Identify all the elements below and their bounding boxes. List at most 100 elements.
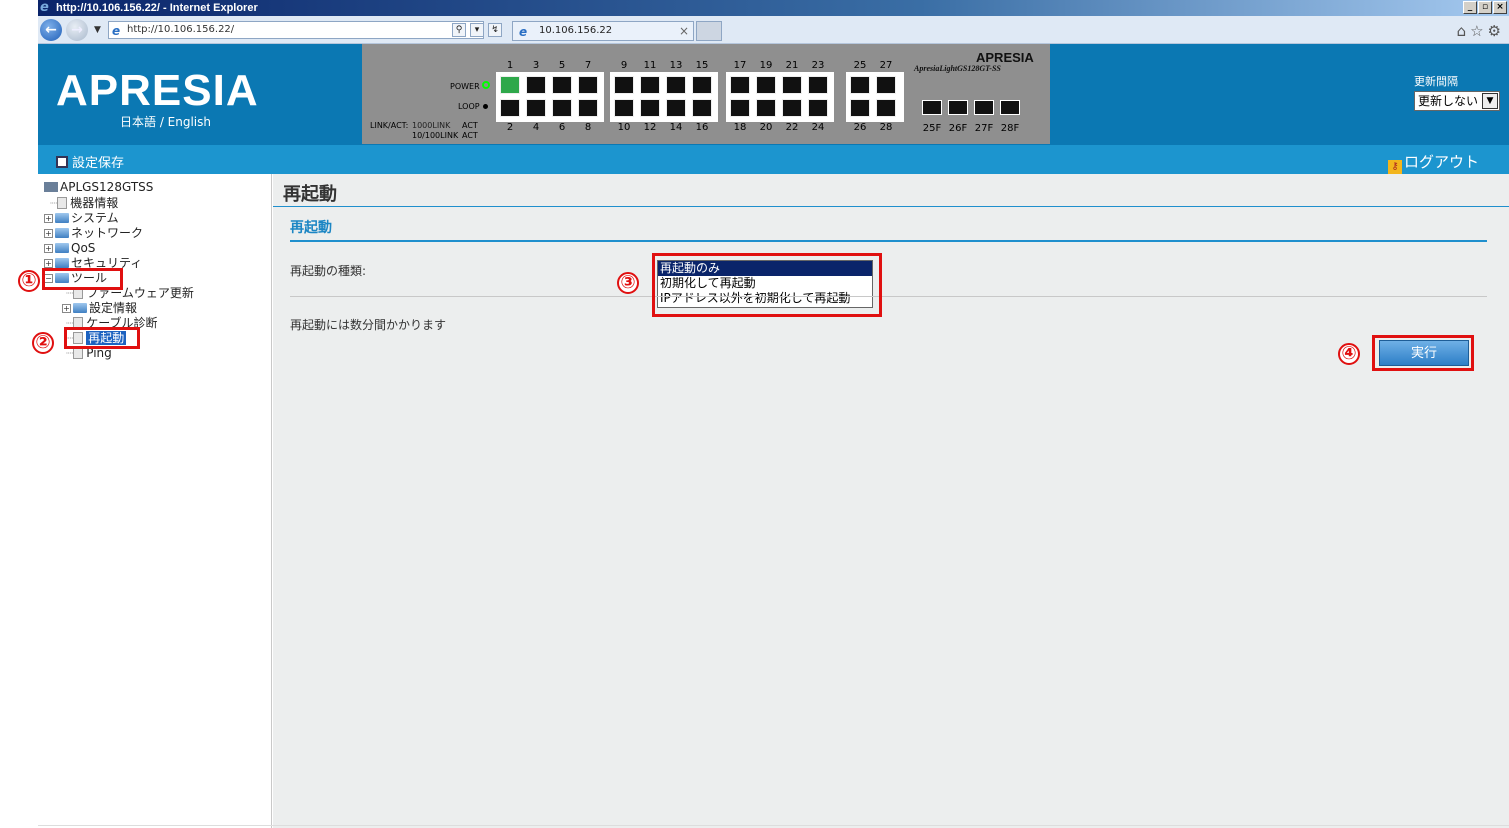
row-divider <box>290 296 1487 297</box>
sfp-label-26F: 26F <box>948 123 968 134</box>
home-icon[interactable]: ⌂ <box>1457 22 1471 40</box>
port-12[interactable] <box>640 99 660 117</box>
port-26[interactable] <box>850 99 870 117</box>
port-4[interactable] <box>526 99 546 117</box>
port-label-23: 23 <box>811 60 825 71</box>
switch-front-panel: POWER LOOP LINK/ACT: 1000LINK ACT 10/100… <box>362 44 1050 144</box>
folder-icon <box>55 228 69 238</box>
port-18[interactable] <box>730 99 750 117</box>
tree-item-label: ネットワーク <box>71 226 144 240</box>
port-label-17: 17 <box>733 60 747 71</box>
tree-item-qos[interactable]: + QoS <box>44 241 95 255</box>
browser-tab[interactable]: e 10.106.156.22 × <box>512 21 694 41</box>
save-config-button[interactable]: 設定保存 <box>56 152 124 171</box>
port-14[interactable] <box>666 99 686 117</box>
toolbar-icons: ⌂☆⚙ <box>1457 22 1505 40</box>
restore-icon[interactable]: ▫ <box>1478 1 1492 14</box>
tree-root[interactable]: APLGS128GTSS <box>44 180 153 194</box>
favorites-star-icon[interactable]: ☆ <box>1470 22 1487 40</box>
port-8[interactable] <box>578 99 598 117</box>
address-dropdown-icon[interactable]: ▾ <box>470 23 484 37</box>
refresh-interval-value: 更新しない <box>1418 94 1479 108</box>
tree-item-network[interactable]: + ネットワーク <box>44 226 143 240</box>
port-label-7: 7 <box>584 60 592 71</box>
tree-item-label: 設定情報 <box>89 301 138 315</box>
compat-view-icon[interactable]: ↯ <box>488 23 502 37</box>
port-15[interactable] <box>692 76 712 94</box>
port-label-22: 22 <box>785 122 799 133</box>
port-3[interactable] <box>526 76 546 94</box>
refresh-interval-select[interactable]: 更新しない ▼ <box>1414 91 1500 111</box>
port-9[interactable] <box>614 76 634 94</box>
expand-icon[interactable]: + <box>44 259 53 268</box>
port-22[interactable] <box>782 99 802 117</box>
reboot-type-label: 再起動の種類: <box>290 264 367 278</box>
sfp-port-26F[interactable] <box>948 100 968 115</box>
annotation-box-1 <box>42 268 123 290</box>
port-1[interactable] <box>500 76 520 94</box>
port-10[interactable] <box>614 99 634 117</box>
port-6[interactable] <box>552 99 572 117</box>
new-tab-button[interactable] <box>696 21 722 41</box>
port-19[interactable] <box>756 76 776 94</box>
expand-icon[interactable]: + <box>44 244 53 253</box>
port-label-11: 11 <box>643 60 657 71</box>
annotation-box-2 <box>64 327 140 349</box>
computer-icon <box>44 182 58 192</box>
port-28[interactable] <box>876 99 896 117</box>
sfp-port-28F[interactable] <box>1000 100 1020 115</box>
tree-root-label: APLGS128GTSS <box>60 180 154 194</box>
expand-icon[interactable]: + <box>44 229 53 238</box>
port-23[interactable] <box>808 76 828 94</box>
folder-icon <box>73 303 87 313</box>
minimize-icon[interactable]: _ <box>1463 1 1477 14</box>
expand-icon[interactable]: + <box>62 304 71 313</box>
search-icon[interactable]: ⚲ <box>452 23 466 37</box>
save-config-label: 設定保存 <box>72 156 125 171</box>
port-label-15: 15 <box>695 60 709 71</box>
sfp-label-25F: 25F <box>922 123 942 134</box>
sfp-port-25F[interactable] <box>922 100 942 115</box>
forward-button[interactable]: → <box>66 19 88 41</box>
port-2[interactable] <box>500 99 520 117</box>
address-bar[interactable]: e http://10.106.156.22/ <box>108 21 484 39</box>
gear-icon[interactable]: ⚙ <box>1488 22 1505 40</box>
tree-item-config-info[interactable]: + 設定情報 <box>62 301 137 315</box>
port-27[interactable] <box>876 76 896 94</box>
tree-item-device-info[interactable]: ┈ 機器情報 <box>50 196 118 210</box>
ie-icon: e <box>40 0 49 15</box>
port-5[interactable] <box>552 76 572 94</box>
port-24[interactable] <box>808 99 828 117</box>
tree-item-system[interactable]: + システム <box>44 211 119 225</box>
tab-close-icon[interactable]: × <box>679 22 689 40</box>
chevron-down-icon[interactable]: ▼ <box>1482 93 1498 109</box>
reboot-note: 再起動には数分間かかります <box>290 318 447 332</box>
close-icon[interactable]: × <box>1493 1 1507 14</box>
port-20[interactable] <box>756 99 776 117</box>
main-content: 再起動 再起動 再起動の種類: 再起動のみ 初期化して再起動 IPアドレス以外を… <box>273 174 1509 828</box>
port-16[interactable] <box>692 99 712 117</box>
bottom-border <box>38 825 1509 826</box>
page-icon <box>57 197 68 209</box>
annotation-box-4 <box>1372 335 1474 371</box>
address-text: http://10.106.156.22/ <box>127 24 235 35</box>
port-25[interactable] <box>850 76 870 94</box>
port-label-16: 16 <box>695 122 709 133</box>
port-21[interactable] <box>782 76 802 94</box>
logout-button[interactable]: ⚷ ログアウト <box>1387 151 1479 174</box>
port-label-18: 18 <box>733 122 747 133</box>
back-button[interactable]: ← <box>40 19 62 41</box>
port-7[interactable] <box>578 76 598 94</box>
expand-icon[interactable]: + <box>44 214 53 223</box>
language-switch[interactable]: 日本語 / English <box>120 113 211 130</box>
port-label-14: 14 <box>669 122 683 133</box>
port-11[interactable] <box>640 76 660 94</box>
loop-led <box>483 104 488 109</box>
sfp-port-27F[interactable] <box>974 100 994 115</box>
port-17[interactable] <box>730 76 750 94</box>
port-13[interactable] <box>666 76 686 94</box>
port-label-26: 26 <box>853 122 867 133</box>
history-dropdown-icon[interactable]: ▼ <box>94 25 101 35</box>
power-label: POWER <box>450 82 480 91</box>
tree-item-label: QoS <box>71 241 96 255</box>
